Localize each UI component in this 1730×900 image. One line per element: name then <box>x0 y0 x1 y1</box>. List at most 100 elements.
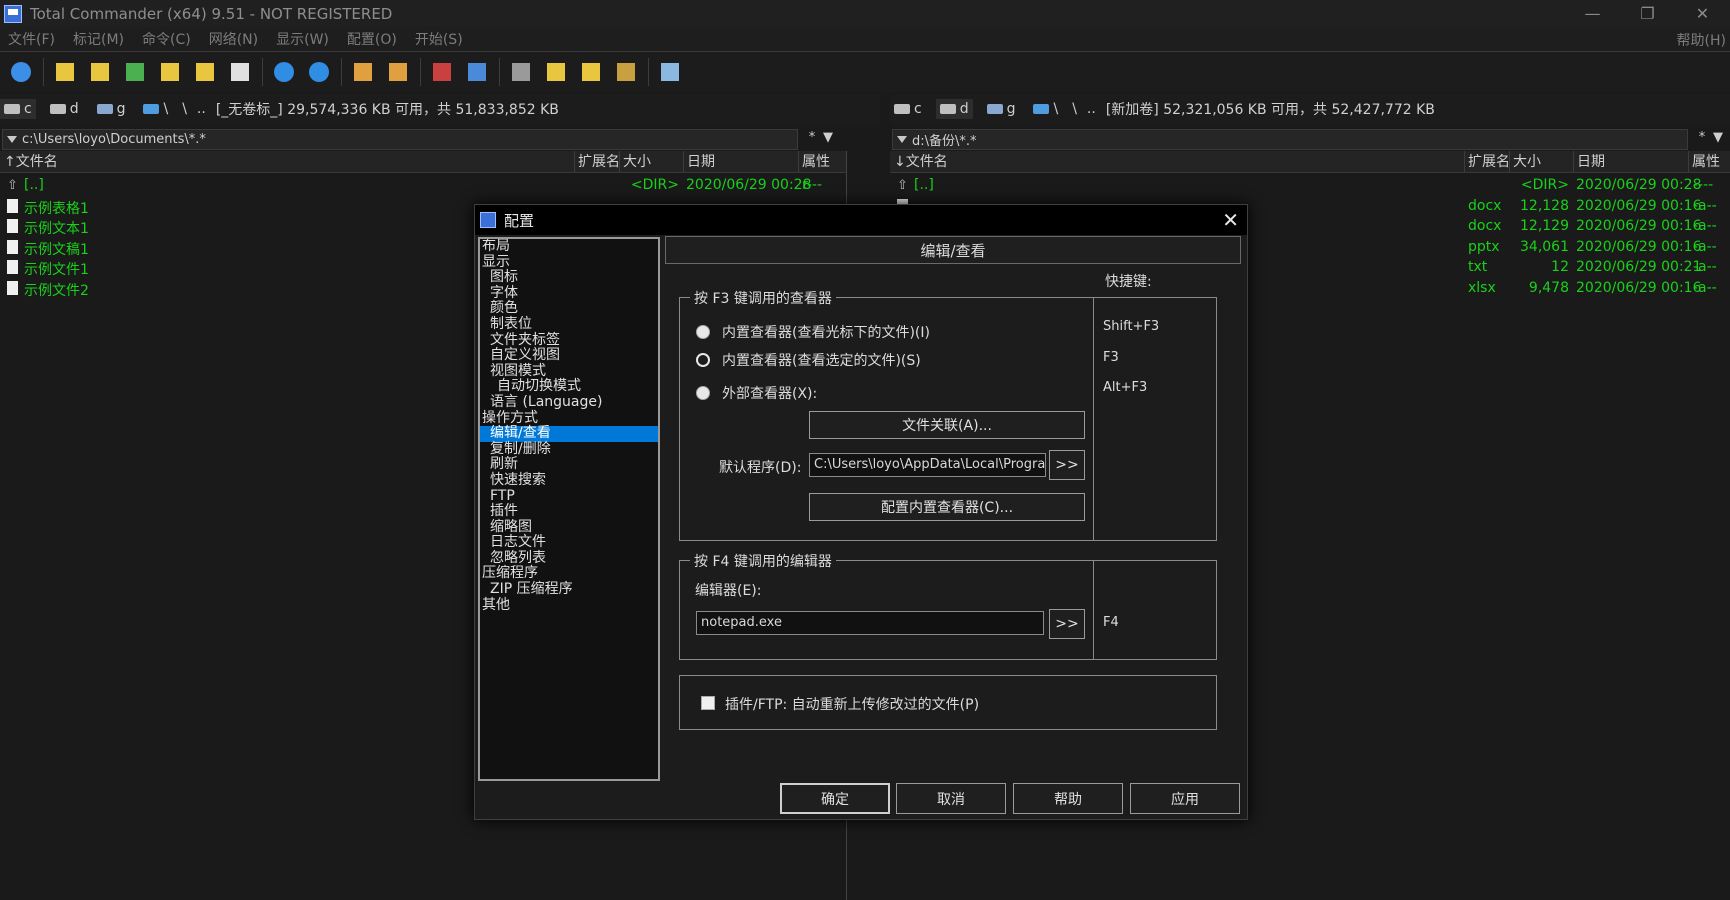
tree-item[interactable]: 缩略图 <box>480 519 658 536</box>
menu-file[interactable]: 文件(F) <box>8 29 55 49</box>
tree-button[interactable] <box>155 57 185 87</box>
right-drive-network[interactable]: \ <box>1029 99 1062 119</box>
help-button[interactable]: 帮助 <box>1013 783 1123 814</box>
menu-net[interactable]: 网络(N) <box>209 29 258 49</box>
menu-help[interactable]: 帮助(H) <box>1677 30 1726 50</box>
back-button[interactable] <box>269 57 299 87</box>
radio-button-checked[interactable] <box>696 353 710 367</box>
menu-start[interactable]: 开始(S) <box>415 29 463 49</box>
column-attr[interactable]: 属性 <box>1688 151 1730 173</box>
right-up-button[interactable]: .. <box>1087 101 1096 117</box>
tree-item[interactable]: ZIP 压缩程序 <box>480 581 658 598</box>
close-button[interactable]: ✕ <box>1675 0 1730 27</box>
invert-selection-button[interactable] <box>225 57 255 87</box>
compare-dirs-button[interactable] <box>190 57 220 87</box>
column-size[interactable]: 大小 <box>1509 151 1573 173</box>
tree-item[interactable]: 快速搜索 <box>480 472 658 489</box>
thumbnails-button[interactable] <box>120 57 150 87</box>
find-button[interactable] <box>506 57 536 87</box>
copy-names-button[interactable] <box>611 57 641 87</box>
tree-item[interactable]: 刷新 <box>480 457 658 473</box>
configure-viewer-button[interactable]: 配置内置查看器(C)... <box>809 493 1085 521</box>
left-drive-g[interactable]: g <box>93 99 130 119</box>
radio-button[interactable] <box>696 386 710 400</box>
tree-item[interactable]: 制表位 <box>480 316 658 333</box>
menu-commands[interactable]: 命令(C) <box>142 29 191 49</box>
left-history-button[interactable]: ▼ <box>820 130 836 145</box>
tree-item[interactable]: 布局 <box>480 239 658 255</box>
tree-item[interactable]: 编辑/查看 <box>480 426 658 442</box>
radio-viewer-selected[interactable]: 内置查看器(查看选定的文件)(S) <box>696 350 921 370</box>
left-drive-c[interactable]: c <box>0 99 36 119</box>
right-filter-button[interactable]: * <box>1694 130 1710 145</box>
sync-dirs-button[interactable] <box>576 57 606 87</box>
column-name[interactable]: ↓文件名 <box>890 151 1464 173</box>
unpack-button[interactable] <box>383 57 413 87</box>
radio-button[interactable] <box>696 325 710 339</box>
column-ext[interactable]: 扩展名 <box>574 151 619 173</box>
left-up-button[interactable]: .. <box>197 101 206 117</box>
tree-item[interactable]: 自动切换模式 <box>480 379 658 395</box>
pack-button[interactable] <box>348 57 378 87</box>
tree-item[interactable]: 忽略列表 <box>480 550 658 567</box>
editor-field[interactable]: notepad.exe <box>696 611 1044 635</box>
right-history-button[interactable]: ▼ <box>1710 130 1726 145</box>
menu-configuration[interactable]: 配置(O) <box>347 29 397 49</box>
apply-button[interactable]: 应用 <box>1130 783 1240 814</box>
column-attr[interactable]: 属性 <box>798 151 846 173</box>
ok-button[interactable]: 确定 <box>780 783 890 814</box>
tree-item[interactable]: 复制/删除 <box>480 441 658 458</box>
minimize-button[interactable]: — <box>1565 0 1620 27</box>
ftp-new-button[interactable] <box>462 57 492 87</box>
left-drive-d[interactable]: d <box>46 99 83 119</box>
tree-item[interactable]: 压缩程序 <box>480 566 658 582</box>
file-row[interactable]: ⇧ [..] <DIR> 2020/06/29 00:28 r--- <box>0 175 846 196</box>
right-path-bar[interactable]: d:\备份\*.* <box>892 129 1688 150</box>
tree-item[interactable]: 显示 <box>480 254 658 271</box>
left-filter-button[interactable]: * <box>804 130 820 145</box>
tree-item[interactable]: 日志文件 <box>480 535 658 551</box>
tree-item[interactable]: 视图模式 <box>480 363 658 380</box>
notepad-button[interactable] <box>655 57 685 87</box>
multi-rename-button[interactable] <box>541 57 571 87</box>
cancel-button[interactable]: 取消 <box>896 783 1006 814</box>
left-drive-network[interactable]: \ <box>139 99 172 119</box>
tree-item[interactable]: 自定义视图 <box>480 348 658 364</box>
column-date[interactable]: 日期 <box>683 151 798 173</box>
tree-item[interactable]: 插件 <box>480 503 658 520</box>
right-drive-g[interactable]: g <box>983 99 1020 119</box>
tree-item[interactable]: 语言 (Language) <box>480 394 658 411</box>
radio-viewer-cursor[interactable]: 内置查看器(查看光标下的文件)(I) <box>696 322 930 342</box>
column-name[interactable]: ↑文件名 <box>0 151 574 173</box>
ftp-connect-button[interactable] <box>427 57 457 87</box>
refresh-button[interactable] <box>6 57 36 87</box>
tree-item[interactable]: 文件夹标签 <box>480 332 658 349</box>
file-assoc-button[interactable]: 文件关联(A)... <box>809 411 1085 439</box>
default-program-field[interactable]: C:\Users\loyo\AppData\Local\Programs <box>809 453 1046 477</box>
menu-mark[interactable]: 标记(M) <box>73 29 124 49</box>
column-ext[interactable]: 扩展名 <box>1464 151 1509 173</box>
brief-view-button[interactable] <box>50 57 80 87</box>
column-size[interactable]: 大小 <box>619 151 683 173</box>
radio-external-viewer[interactable]: 外部查看器(X): <box>696 383 817 403</box>
editor-browse-button[interactable]: >> <box>1049 609 1085 639</box>
plugin-reupload-checkbox[interactable] <box>701 696 715 710</box>
right-drive-c[interactable]: c <box>890 99 926 119</box>
restore-button[interactable]: ❐ <box>1620 0 1675 27</box>
forward-button[interactable] <box>304 57 334 87</box>
right-root-button[interactable]: \ <box>1072 101 1077 117</box>
file-row[interactable]: ⇧ [..] <DIR> 2020/06/29 00:28 ---- <box>890 175 1730 196</box>
tree-item[interactable]: 其他 <box>480 597 658 614</box>
left-path-bar[interactable]: c:\Users\loyo\Documents\*.* <box>2 129 798 150</box>
full-view-button[interactable] <box>85 57 115 87</box>
menu-show[interactable]: 显示(W) <box>276 29 329 49</box>
dialog-close-button[interactable]: ✕ <box>1222 208 1239 232</box>
column-date[interactable]: 日期 <box>1573 151 1688 173</box>
tree-item[interactable]: FTP <box>480 488 658 505</box>
default-program-browse-button[interactable]: >> <box>1049 450 1085 480</box>
tree-item[interactable]: 操作方式 <box>480 410 658 427</box>
tree-item[interactable]: 图标 <box>480 270 658 286</box>
right-drive-d[interactable]: d <box>935 99 973 119</box>
left-root-button[interactable]: \ <box>182 101 187 117</box>
tree-item[interactable]: 颜色 <box>480 301 658 317</box>
